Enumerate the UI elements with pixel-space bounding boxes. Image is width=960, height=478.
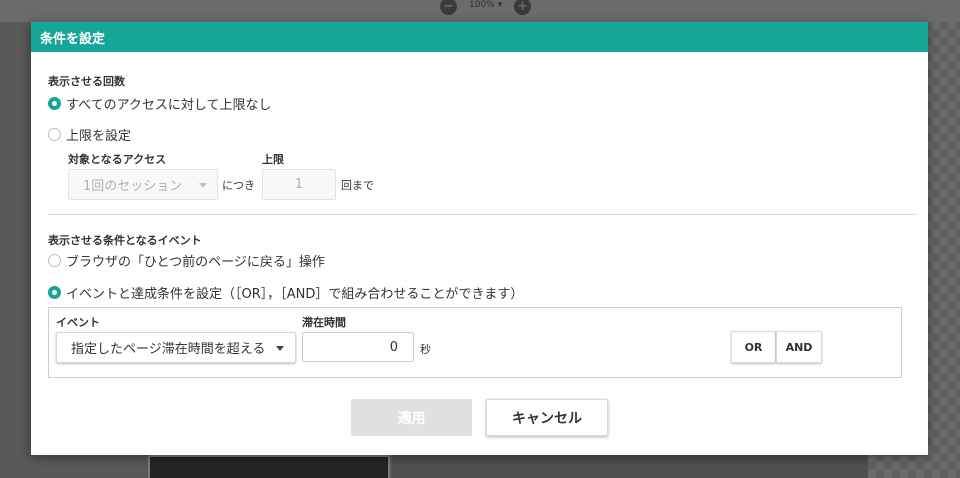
radio-browser-back[interactable]: ブラウザの「ひとつ前のページに戻る」操作 <box>48 251 325 270</box>
or-button[interactable]: OR <box>731 331 776 363</box>
radio-unlimited[interactable]: すべてのアクセスに対して上限なし <box>48 94 272 113</box>
dialog-header: 条件を設定 <box>31 22 928 52</box>
target-access-select[interactable]: 1回のセッション <box>68 169 218 200</box>
dwell-time-value: 0 <box>389 339 398 355</box>
zoom-controls: − 100% ▾ + <box>440 0 532 16</box>
event-label: イベント <box>56 316 100 329</box>
dwell-time-label: 滞在時間 <box>302 316 346 329</box>
radio-set-limit-indicator[interactable] <box>48 128 61 141</box>
limit-label: 上限 <box>262 153 284 166</box>
limit-input-value: 1 <box>294 177 304 192</box>
editor-area <box>392 455 868 478</box>
condition-dialog: 条件を設定 表示させる回数 すべてのアクセスに対して上限なし 上限を設定 対象と… <box>31 22 928 455</box>
radio-unlimited-label: すべてのアクセスに対して上限なし <box>66 98 272 113</box>
radio-browser-back-label: ブラウザの「ひとつ前のページに戻る」操作 <box>66 255 325 270</box>
per-label: につき <box>222 179 255 192</box>
seconds-unit: 秒 <box>420 343 431 356</box>
preview-panel <box>148 455 390 478</box>
zoom-out-icon[interactable]: − <box>440 0 457 15</box>
zoom-level[interactable]: 100% ▾ <box>469 0 502 10</box>
caret-down-icon <box>199 183 207 188</box>
radio-set-limit[interactable]: 上限を設定 <box>48 125 131 144</box>
zoom-in-icon[interactable]: + <box>514 0 532 15</box>
editor-toolbar: − 100% ▾ + <box>0 0 960 22</box>
event-select-value: 指定したページ滞在時間を超える <box>71 342 266 357</box>
display-count-title: 表示させる回数 <box>48 75 125 88</box>
section-divider <box>47 214 917 215</box>
limit-input[interactable]: 1 <box>262 169 336 200</box>
radio-event-condition-label: イベントと達成条件を設定（［OR］，［AND］で組み合わせることができます） <box>66 287 524 302</box>
apply-button[interactable]: 適用 <box>351 399 472 436</box>
event-condition-title: 表示させる条件となるイベント <box>48 234 202 247</box>
event-select[interactable]: 指定したページ滞在時間を超える <box>56 332 296 363</box>
radio-event-condition[interactable]: イベントと達成条件を設定（［OR］，［AND］で組み合わせることができます） <box>48 283 523 302</box>
target-access-value: 1回のセッション <box>83 179 183 194</box>
dwell-time-input[interactable]: 0 <box>302 332 414 362</box>
times-suffix: 回まで <box>341 179 374 192</box>
caret-down-icon <box>276 346 284 351</box>
radio-set-limit-label: 上限を設定 <box>66 129 132 144</box>
radio-event-condition-indicator[interactable] <box>48 286 61 299</box>
and-button[interactable]: AND <box>776 331 822 363</box>
target-access-label: 対象となるアクセス <box>68 153 167 166</box>
dialog-title: 条件を設定 <box>40 31 106 47</box>
cancel-button[interactable]: キャンセル <box>486 399 608 436</box>
radio-unlimited-indicator[interactable] <box>48 97 61 110</box>
radio-browser-back-indicator[interactable] <box>48 254 61 267</box>
